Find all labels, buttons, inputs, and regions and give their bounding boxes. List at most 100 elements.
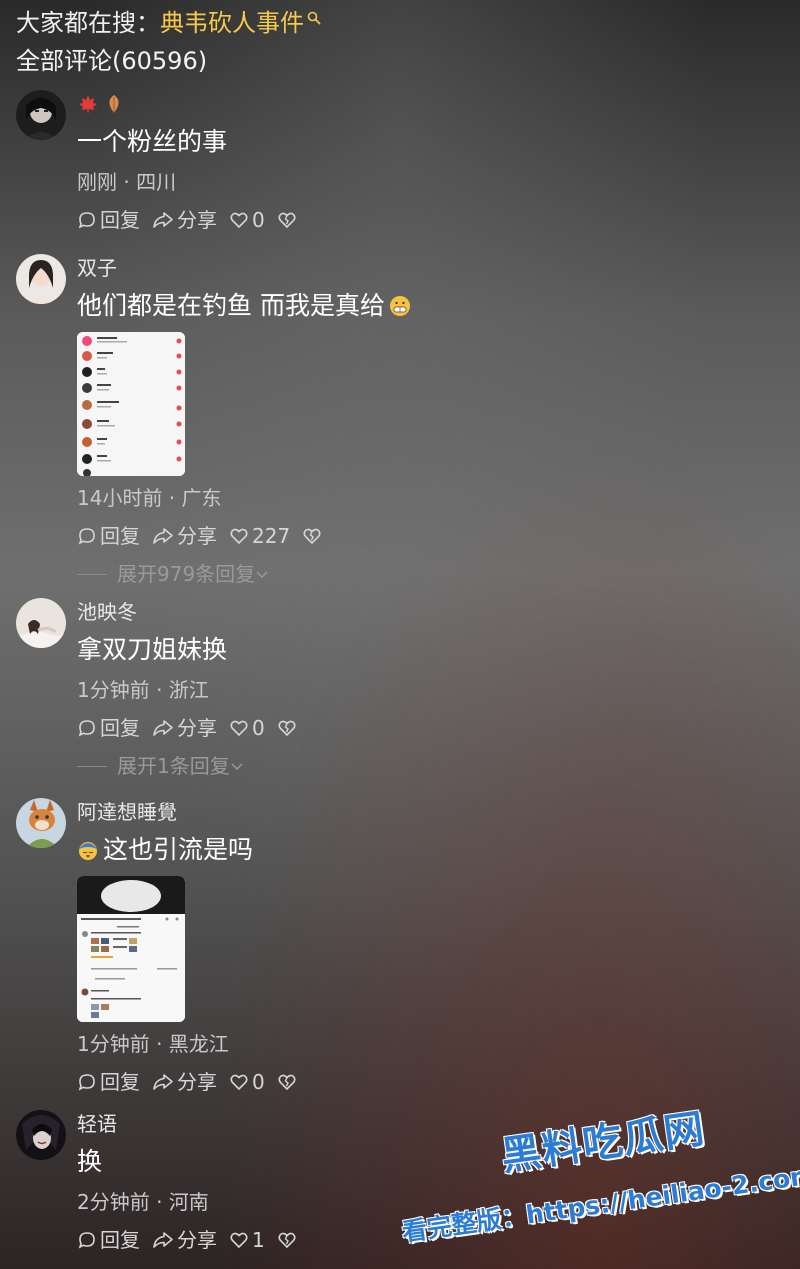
share-icon	[153, 720, 173, 736]
divider	[77, 765, 107, 767]
avatar[interactable]	[16, 90, 66, 140]
heart-icon	[230, 212, 248, 229]
divider	[77, 573, 107, 575]
share-icon	[153, 1074, 173, 1090]
comment-text: 换	[77, 1147, 103, 1176]
share-button[interactable]: 分享	[152, 1068, 217, 1096]
trending-search-term[interactable]: 典韦砍人事件	[160, 4, 304, 42]
username[interactable]: 阿達想睡覺	[77, 798, 784, 826]
comment-image[interactable]	[77, 332, 185, 476]
grin-emoji-icon	[389, 296, 410, 316]
reply-button[interactable]: 回复	[77, 206, 140, 234]
comment-content: 一个粉丝的事 刚刚 · 四川 回复 分享 0	[77, 90, 784, 236]
like-button[interactable]: 0	[229, 1068, 265, 1096]
reply-button[interactable]: 回复	[77, 522, 140, 550]
dislike-button[interactable]	[277, 1230, 300, 1250]
share-icon	[153, 528, 173, 544]
share-label: 分享	[177, 1228, 217, 1252]
broken-heart-icon	[278, 212, 296, 229]
broken-heart-icon	[278, 1074, 296, 1091]
comment-content: 轻语 换 2分钟前 · 河南 回复 分享 1	[77, 1110, 784, 1256]
reply-label: 回复	[100, 208, 140, 232]
expand-replies[interactable]: 展开979条回复	[77, 560, 784, 588]
comment-meta: 14小时前 · 广东	[77, 486, 222, 510]
share-icon	[153, 1232, 173, 1248]
username[interactable]: 池映冬	[77, 598, 784, 626]
share-label: 分享	[177, 208, 217, 232]
comment-actions: 回复 分享 227	[77, 520, 784, 552]
comment-text-content: 他们都是在钓鱼 而我是真给	[77, 291, 385, 320]
like-count: 227	[252, 524, 291, 548]
comment-meta: 1分钟前 · 黑龙江	[77, 1032, 229, 1056]
reply-label: 回复	[100, 716, 140, 740]
reply-button[interactable]: 回复	[77, 714, 140, 742]
reply-label: 回复	[100, 1070, 140, 1094]
share-button[interactable]: 分享	[152, 522, 217, 550]
dislike-button[interactable]	[277, 210, 300, 230]
maple-leaf-icon	[79, 95, 97, 114]
sleepy-emoji-icon	[79, 842, 97, 860]
heart-icon	[230, 1232, 248, 1249]
expand-replies[interactable]: 展开1条回复	[77, 752, 784, 780]
trending-search[interactable]: 大家都在搜： 典韦砍人事件	[16, 4, 784, 42]
comment-text: 拿双刀姐妹换	[77, 635, 228, 664]
avatar[interactable]	[16, 798, 66, 848]
reply-icon	[78, 720, 95, 737]
broken-heart-icon	[278, 720, 296, 737]
comment-actions: 回复 分享 0	[77, 1066, 784, 1098]
like-button[interactable]: 227	[229, 522, 290, 550]
search-icon[interactable]	[307, 11, 321, 25]
reply-label: 回复	[100, 1228, 140, 1252]
like-count: 0	[252, 716, 265, 740]
expand-replies-label: 展开979条回复	[117, 562, 256, 586]
comment-meta: 1分钟前 · 浙江	[77, 678, 209, 702]
avatar[interactable]	[16, 1110, 66, 1160]
chevron-down-icon	[256, 571, 268, 578]
share-label: 分享	[177, 524, 217, 548]
broken-heart-icon	[278, 1232, 296, 1249]
share-button[interactable]: 分享	[152, 1226, 217, 1254]
username[interactable]: 双子	[77, 254, 784, 282]
comment-image[interactable]	[77, 876, 185, 1022]
dislike-button[interactable]	[277, 718, 300, 738]
reply-label: 回复	[100, 524, 140, 548]
trending-search-prefix: 大家都在搜：	[16, 9, 160, 37]
share-button[interactable]: 分享	[152, 206, 217, 234]
header: 大家都在搜： 典韦砍人事件 全部评论(60596)	[16, 4, 784, 80]
reply-button[interactable]: 回复	[77, 1226, 140, 1254]
like-count: 0	[252, 208, 265, 232]
comment-actions: 回复 分享 0	[77, 204, 784, 236]
like-count: 0	[252, 1070, 265, 1094]
dislike-button[interactable]	[277, 1072, 300, 1092]
avatar[interactable]	[16, 254, 66, 304]
comments-title: 全部评论(60596)	[16, 47, 208, 75]
reply-icon	[78, 1074, 95, 1091]
heart-icon	[230, 720, 248, 737]
broken-heart-icon	[303, 528, 321, 545]
comment-text-content: 这也引流是吗	[103, 835, 254, 864]
reply-icon	[78, 212, 95, 229]
comment-meta: 刚刚 · 四川	[77, 170, 177, 194]
comment-content: 池映冬 拿双刀姐妹换 1分钟前 · 浙江 回复 分享 0 展开1条回复	[77, 598, 784, 780]
comment-text: 他们都是在钓鱼 而我是真给	[77, 288, 784, 324]
like-button[interactable]: 0	[229, 206, 265, 234]
like-button[interactable]: 1	[229, 1226, 265, 1254]
like-count: 1	[252, 1228, 265, 1252]
comment-content: 阿達想睡覺 这也引流是吗 1分钟前 · 黑龙江 回复 分享 0	[77, 798, 784, 1098]
reply-icon	[78, 528, 95, 545]
user-badges	[77, 90, 784, 118]
leaf-icon	[109, 95, 119, 113]
username[interactable]: 轻语	[77, 1110, 784, 1138]
reply-button[interactable]: 回复	[77, 1068, 140, 1096]
like-button[interactable]: 0	[229, 714, 265, 742]
comment-text: 一个粉丝的事	[77, 127, 228, 156]
share-icon	[153, 212, 173, 228]
dislike-button[interactable]	[302, 526, 325, 546]
share-label: 分享	[177, 716, 217, 740]
share-label: 分享	[177, 1070, 217, 1094]
heart-icon	[230, 528, 248, 545]
share-button[interactable]: 分享	[152, 714, 217, 742]
comment-text: 这也引流是吗	[77, 832, 784, 868]
reply-icon	[78, 1232, 95, 1249]
avatar[interactable]	[16, 598, 66, 648]
